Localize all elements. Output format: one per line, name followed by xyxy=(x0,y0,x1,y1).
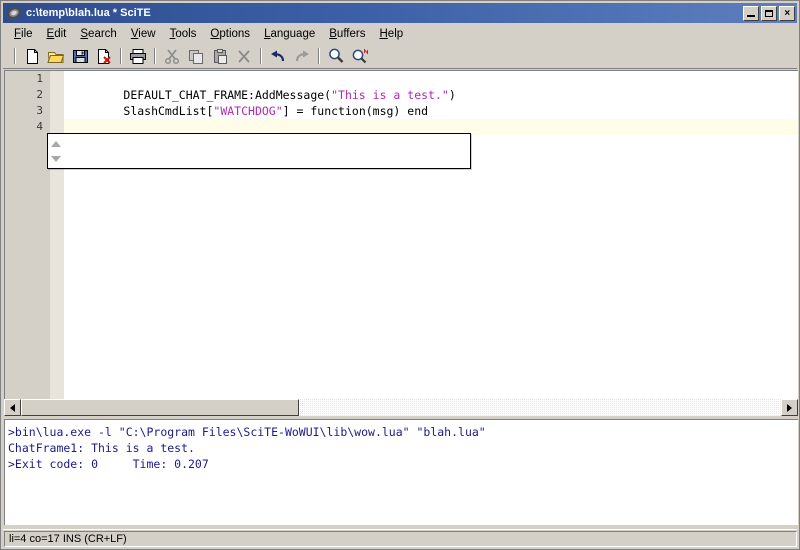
replace-button[interactable] xyxy=(348,45,372,67)
menu-label-edit-rest: dit xyxy=(54,28,67,40)
scite-icon xyxy=(6,5,22,21)
code-text-area[interactable]: DEFAULT_CHAT_FRAME:AddMessage("This is a… xyxy=(64,71,798,399)
redo-button[interactable] xyxy=(290,45,314,67)
toolbar xyxy=(3,44,797,69)
menu-label-help-rest: elp xyxy=(387,28,404,40)
open-file-icon xyxy=(47,51,65,63)
code-token-string: "This is a test." xyxy=(331,88,449,102)
menu-item-search[interactable]: Search xyxy=(73,26,123,43)
cut-icon xyxy=(165,49,179,64)
output-line: >bin\lua.exe -l "C:\Program Files\SciTE-… xyxy=(8,425,486,439)
paste-button[interactable] xyxy=(208,45,232,67)
maximize-button[interactable] xyxy=(761,5,777,21)
copy-icon xyxy=(188,49,203,64)
menu-label-file-rest: ile xyxy=(21,28,33,40)
editor-horizontal-scrollbar[interactable] xyxy=(4,399,798,416)
save-file-icon xyxy=(72,49,88,63)
toolbar-separator xyxy=(154,48,156,64)
print-icon xyxy=(130,48,146,64)
toolbar-separator xyxy=(318,48,320,64)
menu-item-view[interactable]: View xyxy=(124,26,163,43)
code-token: ) xyxy=(448,88,456,102)
new-file-button[interactable] xyxy=(20,45,44,67)
window-controls: × xyxy=(743,5,795,21)
menu-label-tools-rest: ools xyxy=(175,28,197,40)
title-bar: c:\temp\blah.lua * SciTE × xyxy=(3,3,797,23)
line-number: 4 xyxy=(36,120,43,133)
paste-icon xyxy=(213,48,227,64)
menu-bar: File Edit Search View Tools Options Lang… xyxy=(3,25,797,44)
fold-margin[interactable] xyxy=(50,71,64,399)
menu-item-tools[interactable]: Tools xyxy=(163,26,204,43)
scite-window: c:\temp\blah.lua * SciTE × File Edit Sea… xyxy=(0,0,800,550)
menu-item-help[interactable]: Help xyxy=(372,26,410,43)
close-icon: × xyxy=(784,7,790,19)
calltip-body: SendChatMessage(text,{,type} {,language}… xyxy=(64,134,470,168)
replace-icon xyxy=(352,48,368,64)
code-token-string: "WATCHDOG" xyxy=(213,104,283,118)
copy-button[interactable] xyxy=(184,45,208,67)
find-icon xyxy=(329,48,344,63)
output-line: >Exit code: 0 Time: 0.207 xyxy=(8,457,209,471)
new-file-icon xyxy=(26,48,38,64)
line-number: 3 xyxy=(36,104,43,117)
cut-button[interactable] xyxy=(160,45,184,67)
undo-button[interactable] xyxy=(266,45,290,67)
close-file-icon xyxy=(97,48,111,64)
scroll-right-arrow[interactable] xyxy=(781,399,798,416)
menu-label-buffers-rest: uffers xyxy=(336,28,366,40)
calltip-next-arrow[interactable] xyxy=(51,155,61,162)
code-token: SlashCmdList[ xyxy=(123,104,214,118)
delete-icon xyxy=(238,49,250,63)
minimize-button[interactable] xyxy=(743,5,759,21)
output-line: ChatFrame1: This is a test. xyxy=(8,441,195,455)
calltip-previous-arrow[interactable] xyxy=(51,140,61,147)
menu-item-buffers[interactable]: Buffers xyxy=(322,26,372,43)
open-file-button[interactable] xyxy=(44,45,68,67)
window-title: c:\temp\blah.lua * SciTE xyxy=(26,7,151,19)
toolbar-separator xyxy=(120,48,122,64)
undo-icon xyxy=(271,50,285,61)
scroll-left-arrow[interactable] xyxy=(4,399,21,416)
line-number: 1 xyxy=(36,72,43,85)
line-number-gutter: 1 2 3 4 xyxy=(5,71,50,399)
menu-item-edit[interactable]: Edit xyxy=(40,26,74,43)
status-cursor-position: li=4 co=17 INS (CR+LF) xyxy=(4,530,797,547)
calltip-popup[interactable]: SendChatMessage(text,{,type} {,language}… xyxy=(47,133,471,169)
delete-button[interactable] xyxy=(232,45,256,67)
print-button[interactable] xyxy=(126,45,150,67)
menu-item-options[interactable]: Options xyxy=(203,26,257,43)
code-token: DEFAULT_CHAT_FRAME:AddMessage( xyxy=(123,88,332,102)
menu-label-view-rest: iew xyxy=(138,28,156,40)
save-file-button[interactable] xyxy=(68,45,92,67)
line-number: 2 xyxy=(36,88,43,101)
close-button[interactable]: × xyxy=(779,5,795,21)
toolbar-separator xyxy=(260,48,262,64)
toolbar-separator xyxy=(14,48,16,64)
scrollbar-thumb[interactable] xyxy=(21,399,299,416)
redo-icon xyxy=(295,50,309,61)
menu-label-language-rest: anguage xyxy=(270,28,316,40)
output-pane[interactable]: >bin\lua.exe -l "C:\Program Files\SciTE-… xyxy=(4,419,798,525)
find-button[interactable] xyxy=(324,45,348,67)
menu-label-search-rest: earch xyxy=(88,28,117,40)
status-bar: li=4 co=17 INS (CR+LF) xyxy=(3,529,797,547)
code-editor[interactable]: 1 2 3 4 DEFAULT_CHAT_FRAME:AddMessage("T… xyxy=(4,70,798,399)
code-token: ] = function(msg) end xyxy=(282,104,429,118)
scrollbar-track[interactable] xyxy=(21,399,781,416)
menu-item-file[interactable]: File xyxy=(7,26,40,43)
calltip-arrows xyxy=(48,134,64,168)
menu-item-language[interactable]: Language xyxy=(257,26,322,43)
close-file-button[interactable] xyxy=(92,45,116,67)
menu-label-options-rest: ptions xyxy=(219,28,251,40)
code-line[interactable]: DEFAULT_CHAT_FRAME:AddMessage("This is a… xyxy=(64,71,798,102)
